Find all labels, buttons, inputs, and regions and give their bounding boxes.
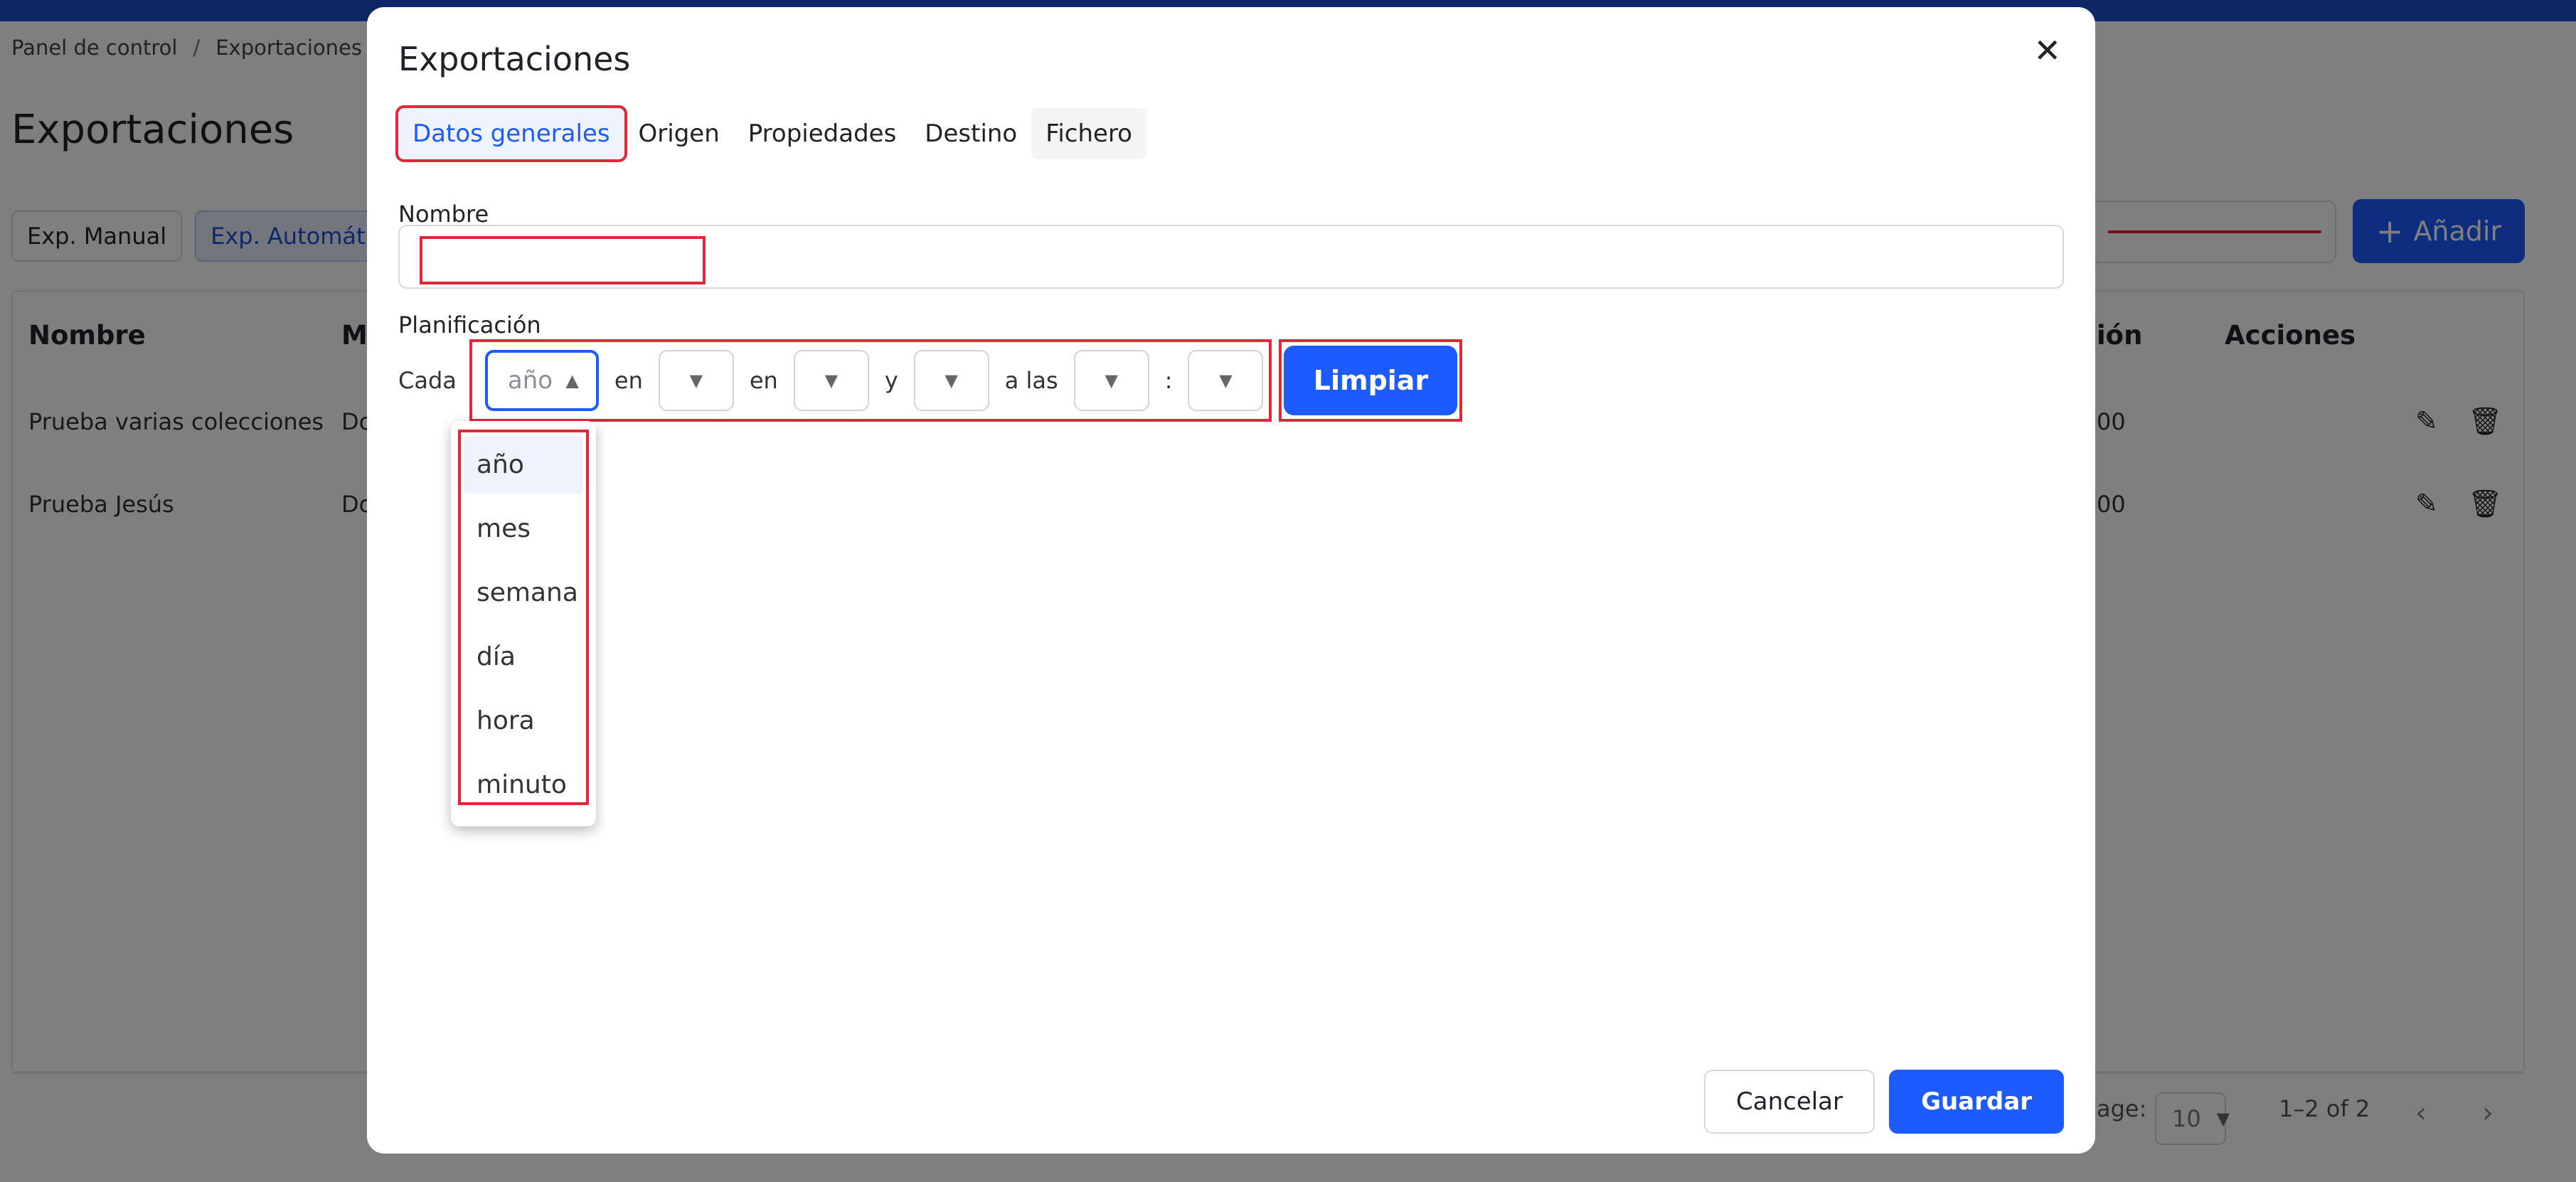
weekday-select[interactable]: ▼ bbox=[913, 350, 989, 411]
dropdown-option-year[interactable]: año bbox=[464, 435, 583, 494]
planning-word: en bbox=[749, 367, 778, 394]
planning-selects-group: año ▲ en ▼ en ▼ y ▼ a las ▼ : ▼ bbox=[469, 339, 1272, 422]
tab-origin[interactable]: Origen bbox=[624, 108, 734, 159]
clear-button-highlight: Limpiar bbox=[1279, 339, 1463, 422]
caret-down-icon: ▼ bbox=[1105, 371, 1118, 390]
tab-general-data[interactable]: Datos generales bbox=[395, 105, 627, 162]
name-label: Nombre bbox=[398, 201, 489, 228]
dropdown-option-week[interactable]: semana bbox=[464, 563, 583, 622]
planning-word: a las bbox=[1004, 367, 1058, 394]
dropdown-option-hour[interactable]: hora bbox=[464, 691, 583, 750]
modal-tabs: Datos generales Origen Propiedades Desti… bbox=[395, 105, 1146, 162]
export-modal: Exportaciones ✕ Datos generales Origen P… bbox=[367, 7, 2095, 1154]
day-select[interactable]: ▼ bbox=[793, 350, 869, 411]
minute-select[interactable]: ▼ bbox=[1188, 350, 1264, 411]
tab-file[interactable]: Fichero bbox=[1031, 108, 1146, 159]
month-select[interactable]: ▼ bbox=[658, 350, 734, 411]
tab-properties[interactable]: Propiedades bbox=[734, 108, 911, 159]
planning-word: : bbox=[1164, 367, 1173, 394]
cancel-button[interactable]: Cancelar bbox=[1704, 1070, 1875, 1134]
planning-word: y bbox=[884, 367, 898, 394]
frequency-dropdown: año mes semana día hora minuto bbox=[451, 421, 596, 826]
planning-prefix: Cada bbox=[398, 367, 457, 394]
caret-up-icon: ▲ bbox=[565, 371, 579, 390]
frequency-select[interactable]: año ▲ bbox=[484, 350, 599, 411]
dropdown-option-day[interactable]: día bbox=[464, 627, 583, 686]
clear-button[interactable]: Limpiar bbox=[1284, 346, 1458, 415]
caret-down-icon: ▼ bbox=[824, 371, 839, 390]
save-button[interactable]: Guardar bbox=[1889, 1070, 2064, 1134]
caret-down-icon: ▼ bbox=[1219, 371, 1233, 390]
dropdown-option-minute[interactable]: minuto bbox=[464, 755, 583, 814]
planning-label: Planificación bbox=[398, 312, 541, 339]
name-field-container bbox=[398, 225, 2064, 289]
hour-select[interactable]: ▼ bbox=[1073, 350, 1149, 411]
dropdown-option-month[interactable]: mes bbox=[464, 499, 583, 558]
frequency-select-value: año bbox=[507, 366, 553, 395]
planning-row: Cada año ▲ en ▼ en ▼ y ▼ a las ▼ : ▼ Lim… bbox=[398, 339, 1463, 422]
tab-destination[interactable]: Destino bbox=[910, 108, 1031, 159]
caret-down-icon: ▼ bbox=[944, 371, 958, 390]
caret-down-icon: ▼ bbox=[689, 371, 703, 390]
planning-word: en bbox=[614, 367, 643, 394]
name-input[interactable] bbox=[400, 226, 2063, 287]
modal-title: Exportaciones bbox=[398, 40, 631, 78]
close-icon[interactable]: ✕ bbox=[2033, 31, 2061, 70]
